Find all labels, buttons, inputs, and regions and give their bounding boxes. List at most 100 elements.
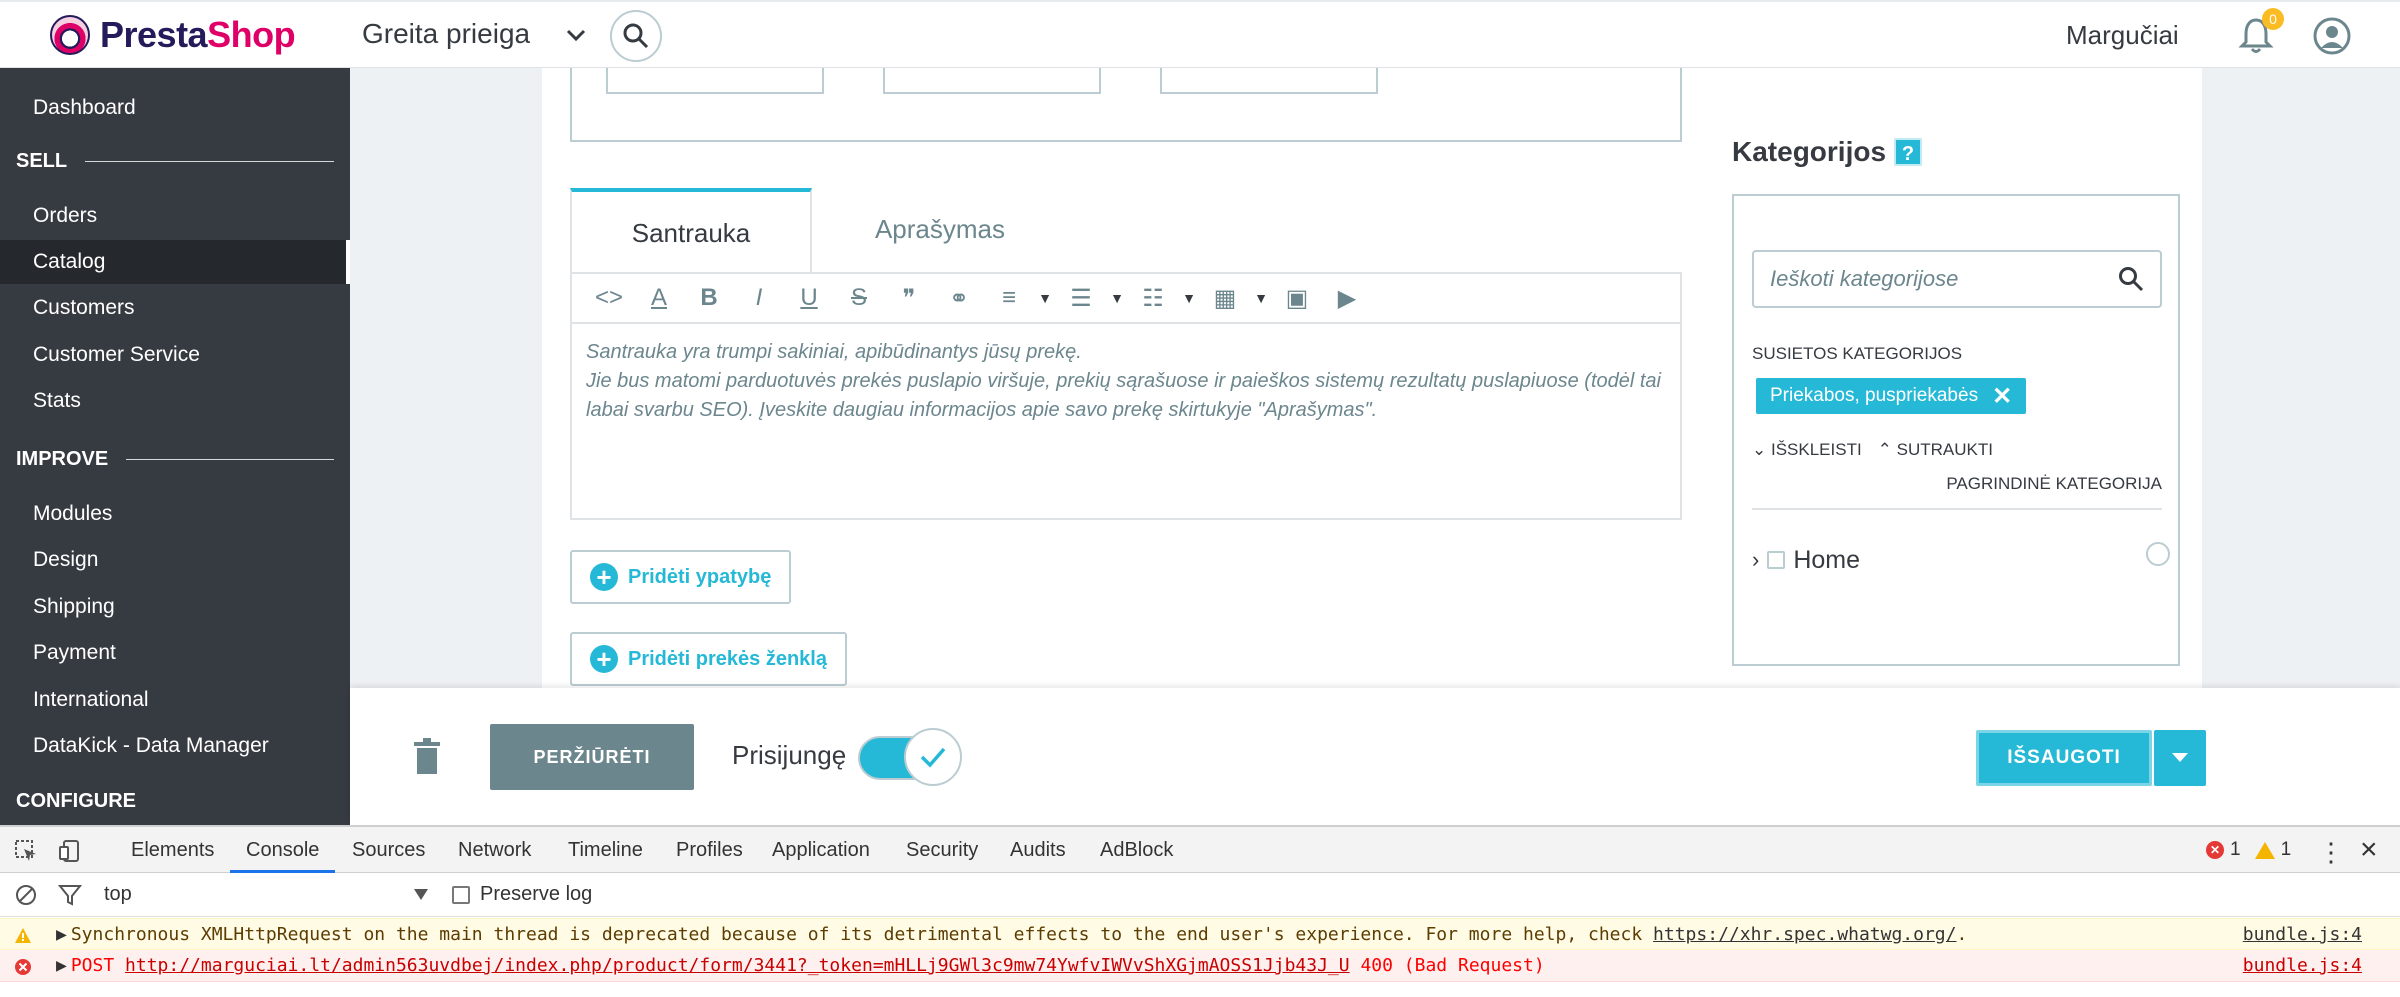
error-request-link[interactable]: http://marguciai.lt/admin563uvdbej/index… <box>125 955 1350 976</box>
sidebar-item-customers[interactable]: Customers <box>0 286 350 330</box>
chevron-right-icon[interactable]: › <box>1752 547 1759 573</box>
online-toggle[interactable] <box>858 728 962 786</box>
sidebar-section-configure: CONFIGURE <box>16 789 136 812</box>
warning-source-link[interactable]: bundle.js:4 <box>2243 919 2362 949</box>
header-search-button[interactable] <box>610 10 662 62</box>
online-label: Prisijungę <box>732 740 847 770</box>
devtools-tab-profiles[interactable]: Profiles <box>676 827 743 873</box>
chevron-down-icon[interactable]: ▼ <box>1178 278 1200 318</box>
prestashop-logo[interactable]: PrestaShop <box>50 14 296 56</box>
devtools-tab-console[interactable]: Console <box>230 827 336 873</box>
chevron-down-icon[interactable]: ▼ <box>1250 278 1272 318</box>
tab-description[interactable]: Aprašymas <box>812 188 1068 272</box>
add-brand-button[interactable]: + Pridėti prekės ženklą <box>570 632 847 686</box>
console-error-message: ▶ POST http://marguciai.lt/admin563uvdbej… <box>0 950 2400 982</box>
close-icon[interactable]: × <box>2360 833 2378 867</box>
text-color-icon[interactable]: A <box>634 278 684 318</box>
sidebar-item-customer-service[interactable]: Customer Service <box>0 333 350 377</box>
preserve-log-option[interactable]: Preserve log <box>452 883 592 906</box>
notification-count-badge: 0 <box>2262 8 2284 30</box>
console-counts[interactable]: ✕ 1 1 <box>2206 839 2291 861</box>
strikethrough-icon[interactable]: S <box>834 278 884 318</box>
sidebar-item-international[interactable]: International <box>0 678 350 722</box>
tree-toggle: ⌄ IŠSKLEISTI ⌃ SUTRAUKTI <box>1752 440 1993 460</box>
more-options-icon[interactable]: ⋮ <box>2318 837 2344 868</box>
devtools-tab-audits[interactable]: Audits <box>1010 827 1066 873</box>
bold-icon[interactable]: B <box>684 278 734 318</box>
save-button[interactable]: IŠSAUGOTI <box>1976 730 2152 786</box>
logo-text: PrestaShop <box>100 14 296 55</box>
user-avatar-icon[interactable] <box>2312 16 2352 56</box>
top-header: PrestaShop Greita prieiga Margučiai 0 <box>0 0 2400 68</box>
sidebar-item-modules[interactable]: Modules <box>0 492 350 536</box>
chevron-down-icon[interactable]: ▼ <box>1106 278 1128 318</box>
sidebar-item-payment[interactable]: Payment <box>0 631 350 675</box>
quote-icon[interactable]: ❞ <box>884 278 934 318</box>
add-feature-button[interactable]: + Pridėti ypatybę <box>570 550 792 604</box>
close-icon[interactable]: ✕ <box>1992 382 2012 411</box>
video-icon[interactable]: ▶ <box>1322 278 1372 318</box>
trash-icon[interactable] <box>412 738 442 774</box>
save-options-dropdown[interactable] <box>2154 730 2206 786</box>
sidebar-item-orders[interactable]: Orders <box>0 194 350 238</box>
devtools-tab-timeline[interactable]: Timeline <box>568 827 643 873</box>
bullet-list-icon[interactable]: ☰ <box>1056 278 1106 318</box>
chevron-down-icon[interactable]: ▼ <box>1034 278 1056 318</box>
sidebar-item-datakick[interactable]: DataKick - Data Manager <box>0 724 350 768</box>
link-icon[interactable]: ⚭ <box>934 278 984 318</box>
summary-editor[interactable]: <> A B I U S ❞ ⚭ ≡ ▼ ☰ ▼ ☷ ▼ ▦ ▼ ▣ ▶ San… <box>570 272 1682 520</box>
preview-button[interactable]: PERŽIŪRĖTI <box>490 724 694 790</box>
error-source-link[interactable]: bundle.js:4 <box>2243 950 2362 981</box>
divider <box>1752 508 2162 510</box>
filter-icon[interactable] <box>58 883 82 907</box>
chevron-down-icon[interactable] <box>565 24 587 46</box>
sidebar-item-stats[interactable]: Stats <box>0 379 350 423</box>
input-box[interactable] <box>1160 68 1378 94</box>
category-search-input[interactable]: Ieškoti kategorijose <box>1752 250 2162 308</box>
align-icon[interactable]: ≡ <box>984 278 1034 318</box>
sidebar-item-dashboard[interactable]: Dashboard <box>0 86 350 130</box>
help-icon[interactable]: ? <box>1894 138 1923 166</box>
context-selector[interactable]: top <box>104 883 132 906</box>
console-warning-message: ▶ Synchronous XMLHttpRequest on the main … <box>0 918 2400 950</box>
clear-console-icon[interactable] <box>14 883 38 907</box>
warning-help-link[interactable]: https://xhr.spec.whatwg.org/ <box>1653 924 1956 945</box>
summary-placeholder-text: Santrauka yra trumpi sakiniai, apibūdina… <box>586 341 1661 421</box>
expand-arrow-icon[interactable]: ▶ <box>56 924 67 945</box>
category-tree-item: › Home <box>1752 545 1861 574</box>
numbered-list-icon[interactable]: ☷ <box>1128 278 1178 318</box>
warning-icon <box>2254 841 2275 859</box>
collapse-all-button[interactable]: ⌃ SUTRAUKTI <box>1878 440 1993 460</box>
devtools-tabbar: Elements Console Sources Network Timelin… <box>0 827 2400 873</box>
expand-arrow-icon[interactable]: ▶ <box>56 955 67 976</box>
sidebar-item-design[interactable]: Design <box>0 538 350 582</box>
sidebar-item-shipping[interactable]: Shipping <box>0 585 350 629</box>
devtools-tab-sources[interactable]: Sources <box>352 827 425 873</box>
tab-summary[interactable]: Santrauka <box>570 188 812 272</box>
main-category-radio[interactable] <box>2146 542 2170 566</box>
devtools-tab-network[interactable]: Network <box>458 827 531 873</box>
preserve-log-checkbox[interactable] <box>452 885 470 904</box>
input-box[interactable] <box>883 68 1101 94</box>
devtools-tab-application[interactable]: Application <box>772 827 870 873</box>
sidebar-item-catalog[interactable]: Catalog <box>0 240 350 284</box>
shop-name-link[interactable]: Margučiai <box>2066 20 2179 51</box>
italic-icon[interactable]: I <box>734 278 784 318</box>
devtools-tab-elements[interactable]: Elements <box>131 827 214 873</box>
category-checkbox[interactable] <box>1767 551 1786 569</box>
table-icon[interactable]: ▦ <box>1200 278 1250 318</box>
devtools-tab-adblock[interactable]: AdBlock <box>1100 827 1173 873</box>
code-icon[interactable]: <> <box>584 278 634 318</box>
device-toolbar-icon[interactable] <box>58 839 82 863</box>
caret-down-icon <box>2172 753 2188 762</box>
image-icon[interactable]: ▣ <box>1272 278 1322 318</box>
check-icon <box>920 747 946 768</box>
input-box[interactable] <box>606 68 824 94</box>
plus-circle-icon: + <box>590 563 618 591</box>
caret-down-icon[interactable] <box>414 889 428 900</box>
inspect-element-icon[interactable] <box>14 839 38 863</box>
quick-access-dropdown[interactable]: Greita prieiga <box>362 18 530 50</box>
devtools-tab-security[interactable]: Security <box>906 827 978 873</box>
expand-all-button[interactable]: ⌄ IŠSKLEISTI <box>1752 440 1862 460</box>
underline-icon[interactable]: U <box>784 278 834 318</box>
